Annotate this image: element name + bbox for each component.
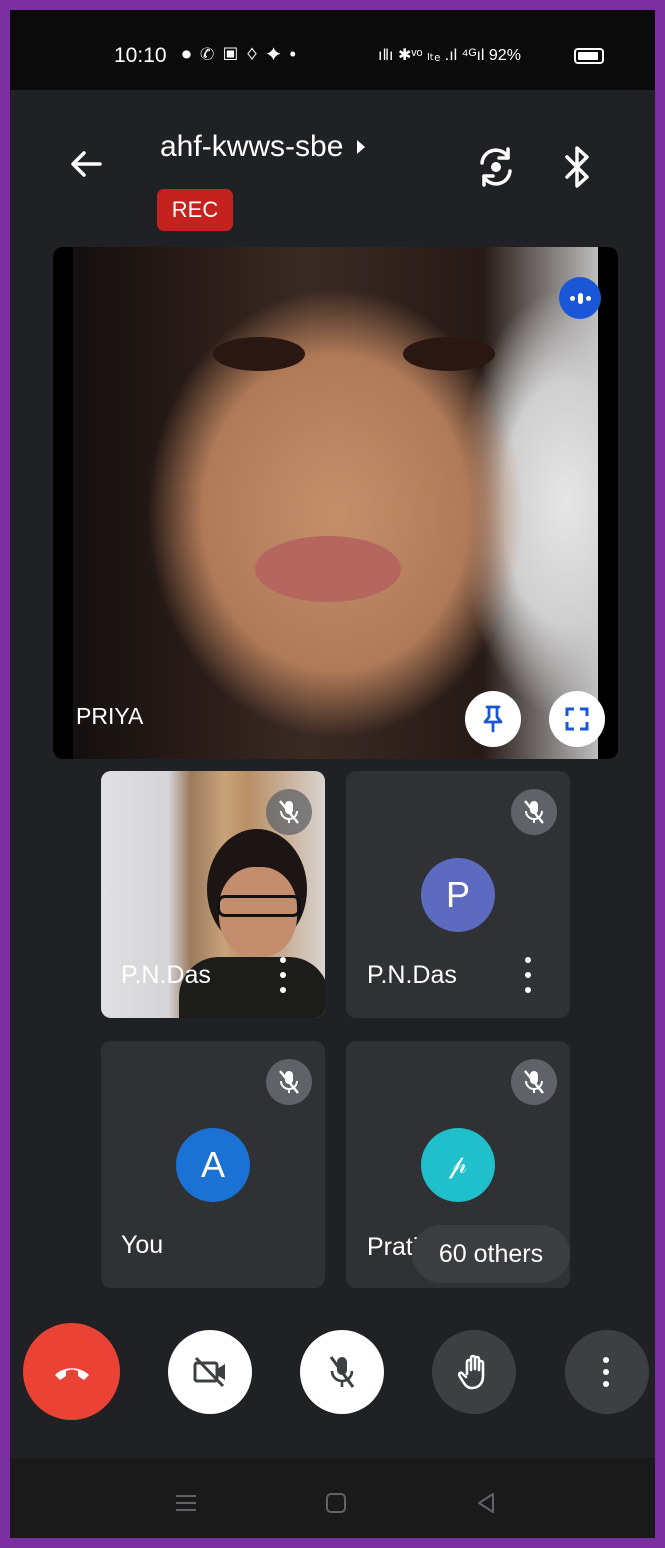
system-navigation-bar xyxy=(10,1458,655,1538)
raise-hand-button[interactable] xyxy=(432,1330,516,1414)
mic-off-icon xyxy=(266,789,312,835)
mic-off-icon xyxy=(511,789,557,835)
status-signal-text: ıǁı ✱ᵛᵒ ₗₜₑ .ıl ⁴ᴳıl 92% xyxy=(378,47,521,64)
mic-toggle-button[interactable] xyxy=(300,1330,384,1414)
battery-icon xyxy=(574,48,604,64)
meeting-title[interactable]: ahf-kwws-sbe xyxy=(160,130,366,164)
speaking-indicator-icon xyxy=(559,277,601,319)
back-triangle-icon[interactable] xyxy=(474,1491,498,1515)
switch-camera-icon[interactable] xyxy=(472,143,520,191)
back-arrow-icon[interactable] xyxy=(64,142,108,186)
bluetooth-icon[interactable] xyxy=(557,143,597,191)
participant-name: P.N.Das xyxy=(121,961,211,989)
status-bar: 10:10 ⏺ ✆ ▣ ♢ ✦ • ıǁı ✱ᵛᵒ ₗₜₑ .ıl ⁴ᴳıl 9… xyxy=(10,10,655,90)
status-notification-icons: ⏺ ✆ ▣ ♢ ✦ • xyxy=(182,44,298,64)
mic-off-icon xyxy=(329,1356,355,1388)
camera-off-icon xyxy=(193,1356,225,1388)
main-speaker-tile[interactable] xyxy=(53,247,618,759)
video-detail-right-eye xyxy=(403,337,495,371)
mic-off-icon xyxy=(266,1059,312,1105)
others-count-pill[interactable]: 60 others xyxy=(412,1225,570,1283)
end-call-button[interactable] xyxy=(23,1323,120,1420)
mic-off-icon xyxy=(511,1059,557,1105)
speaker-video xyxy=(73,247,598,759)
more-vert-icon[interactable] xyxy=(525,957,533,993)
more-vert-icon xyxy=(603,1357,611,1387)
phone-screen: 10:10 ⏺ ✆ ▣ ♢ ✦ • ıǁı ✱ᵛᵒ ₗₜₑ .ıl ⁴ᴳıl 9… xyxy=(10,10,655,1538)
pin-icon[interactable] xyxy=(465,691,521,747)
participant-name: Prati xyxy=(367,1233,419,1261)
avatar: 𝓅 xyxy=(421,1128,495,1202)
home-icon[interactable] xyxy=(324,1491,348,1515)
meeting-code: ahf-kwws-sbe xyxy=(160,130,344,163)
video-detail-glasses xyxy=(217,895,301,917)
avatar: A xyxy=(176,1128,250,1202)
video-detail-mouth xyxy=(255,536,401,602)
phone-hangup-icon xyxy=(54,1367,89,1380)
chevron-right-icon xyxy=(357,140,366,154)
camera-toggle-button[interactable] xyxy=(168,1330,252,1414)
video-detail-left-eye xyxy=(213,337,305,371)
hand-icon xyxy=(458,1354,485,1390)
fullscreen-icon[interactable] xyxy=(549,691,605,747)
status-time: 10:10 xyxy=(114,44,167,67)
avatar: P xyxy=(421,858,495,932)
main-speaker-name: PRIYA xyxy=(76,703,144,729)
participant-name: P.N.Das xyxy=(367,961,457,989)
more-options-button[interactable] xyxy=(565,1330,649,1414)
recent-apps-icon[interactable] xyxy=(174,1491,198,1515)
participant-name: You xyxy=(121,1231,164,1259)
more-vert-icon[interactable] xyxy=(280,957,288,993)
recording-badge: REC xyxy=(157,189,233,231)
